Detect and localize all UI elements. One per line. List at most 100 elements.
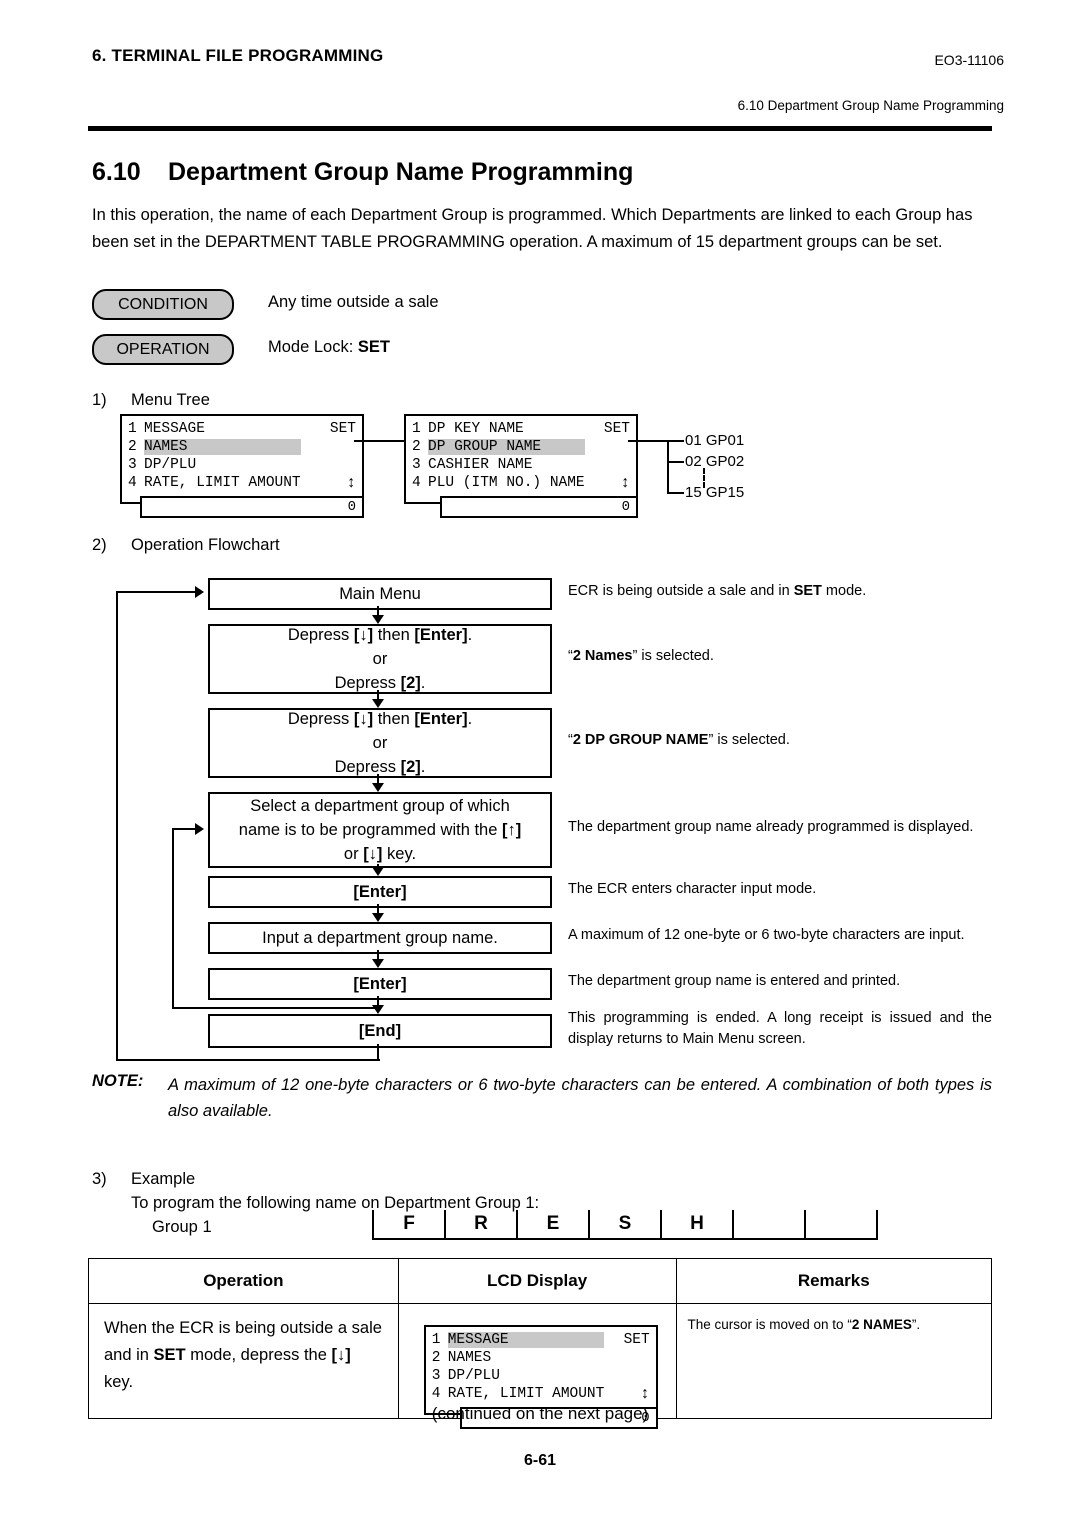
scroll-updown-icon: ↕: [620, 474, 630, 492]
lcd-row: 4 PLU (ITM NO.) NAME ↕: [412, 474, 636, 492]
header-divider-rule: [88, 126, 992, 131]
flow-step-remark: “2 DP GROUP NAME” is selected.: [568, 732, 790, 748]
lcd-row-index: 3: [128, 457, 137, 473]
cell-remarks-text: The cursor is moved on to “2 NAMES”.: [687, 1317, 921, 1332]
cell-remarks: The cursor is moved on to “2 NAMES”.: [675, 1303, 992, 1419]
group-item-2: 02 GP02: [685, 453, 745, 470]
flow-step-line: [End]: [358, 1022, 402, 1040]
flow-step-text: Depress [↓] then [Enter]. or Depress [2].: [288, 707, 472, 779]
flow-step-box: Depress [↓] then [Enter]. or Depress [2].: [208, 708, 552, 778]
lcd-row-label: DP/PLU: [447, 1368, 500, 1384]
lcd-row-label: RATE, LIMIT AMOUNT: [447, 1386, 605, 1402]
flow-step-remark: ECR is being outside a sale and in SET m…: [568, 583, 867, 599]
operation-value-prefix: Mode Lock:: [268, 338, 358, 356]
intro-paragraph: In this operation, the name of each Depa…: [92, 206, 973, 251]
lcd-screen-table: 1 MESSAGE SET 2 NAMES 3 DP/PLU 4 RATE, LIMIT AM…: [423, 1325, 658, 1415]
continued-notice: (continued on the next page): [431, 1404, 649, 1423]
note-text: A maximum of 12 one-byte characters or 6…: [168, 1076, 992, 1120]
lcd-row: 2 NAMES: [128, 438, 362, 456]
flow-step-text: Main Menu: [339, 582, 421, 606]
lcd-row: 1 MESSAGE SET: [432, 1331, 656, 1349]
character-cell[interactable]: [804, 1210, 878, 1240]
lcd-row-label: RATE, LIMIT AMOUNT: [144, 475, 301, 491]
lcd-row: 3 DP/PLU: [128, 456, 362, 474]
flow-step-box: Depress [↓] then [Enter]. or Depress [2].: [208, 624, 552, 694]
condition-value: Any time outside a sale: [268, 293, 439, 311]
flow-end-tail: [377, 1044, 379, 1059]
operation-badge: OPERATION: [92, 334, 234, 365]
menu-tree-list-number: 1): [92, 391, 107, 409]
lcd-row-label: NAMES: [144, 439, 301, 455]
document-page: 6. TERMINAL FILE PROGRAMMING EO3-11106 6…: [0, 0, 1080, 1528]
character-cell[interactable]: E: [516, 1210, 588, 1240]
flow-outer-loop-top: [116, 591, 196, 593]
flow-step-remark: The ECR enters character input mode.: [568, 881, 817, 897]
character-cell[interactable]: R: [444, 1210, 516, 1240]
flow-step-box: [Enter]: [208, 876, 552, 908]
column-header-operation: Operation: [88, 1258, 399, 1304]
flow-step-remark: “2 Names” is selected.: [568, 648, 714, 664]
flow-step-text: Input a department group name.: [262, 926, 498, 950]
operation-value: Mode Lock: SET: [268, 338, 390, 357]
lcd-row-index: 2: [431, 1350, 441, 1366]
character-cell[interactable]: [732, 1210, 804, 1240]
cell-operation-text: When the ECR is being outside a sale and…: [104, 1319, 382, 1391]
lcd-row: 4 RATE, LIMIT AMOUNT ↕: [432, 1385, 656, 1403]
column-header-lcd-display: LCD Display: [397, 1258, 677, 1304]
lcd-row: 2 DP GROUP NAME: [412, 438, 636, 456]
section-number: 6.10: [92, 158, 141, 186]
flow-step-box: [Enter]: [208, 968, 552, 1000]
flow-step-text: [End]: [359, 1019, 401, 1043]
flow-inner-loop-top: [172, 828, 196, 830]
flow-inner-loop-bottom: [172, 1007, 380, 1009]
character-cell[interactable]: S: [588, 1210, 660, 1240]
lcd-row: 1 DP KEY NAME SET: [412, 420, 636, 438]
flow-step-line: Main Menu: [339, 585, 421, 603]
flow-step-line: Select a department group of which: [250, 797, 510, 815]
flow-step-box: Input a department group name.: [208, 922, 552, 954]
flowchart-list-number: 2): [92, 536, 107, 554]
lcd-row-index: 3: [412, 457, 421, 473]
lcd-row-label: DP/PLU: [144, 457, 197, 473]
flow-step-line: or [↓] key.: [343, 845, 417, 863]
note-label: NOTE:: [92, 1072, 144, 1090]
flow-step-line: or: [372, 734, 388, 752]
lcd-row: 4 RATE, LIMIT AMOUNT ↕: [128, 474, 362, 492]
flow-connector-arrowhead: [372, 867, 384, 876]
flow-step-line: or: [372, 650, 388, 668]
operation-value-mode: SET: [357, 338, 390, 356]
flow-inner-loop-vertical: [172, 828, 174, 1009]
page-title: Department Group Name Programming: [168, 158, 634, 186]
flow-step-line: name is to be programmed with the [↑]: [238, 821, 522, 839]
lcd-row: 2 NAMES: [432, 1349, 656, 1367]
procedure-table: Operation LCD Display Remarks When the E…: [88, 1258, 992, 1429]
flow-step-line: Input a department group name.: [262, 929, 498, 947]
flow-step-text: Select a department group of which name i…: [239, 794, 521, 866]
flow-step-line: Depress [2].: [334, 674, 426, 692]
connector-lcd1-to-lcd2: [354, 440, 404, 442]
scroll-updown-icon: ↕: [346, 474, 356, 492]
flow-connector-arrowhead: [372, 959, 384, 968]
condition-badge: CONDITION: [92, 289, 234, 320]
group-list-spine: [667, 440, 669, 494]
lcd-row-index: 4: [431, 1386, 441, 1402]
character-cell[interactable]: H: [660, 1210, 732, 1240]
lcd-footer-value-1: 0: [140, 496, 364, 518]
lcd-row-index: 1: [412, 421, 421, 437]
flow-step-box: [End]: [208, 1014, 552, 1048]
lcd-row-mode: SET: [603, 421, 630, 437]
lcd-row: 3 CASHIER NAME: [412, 456, 636, 474]
flow-step-text: [Enter]: [353, 972, 406, 996]
lcd-row-index: 1: [128, 421, 137, 437]
group-branch-2: [667, 461, 684, 463]
character-cell[interactable]: F: [372, 1210, 444, 1240]
page-number: 6-61: [523, 1452, 557, 1469]
column-header-remarks: Remarks: [675, 1258, 992, 1304]
flow-step-line: Depress [↓] then [Enter].: [287, 710, 473, 728]
header-chapter-title: 6. TERMINAL FILE PROGRAMMING: [92, 46, 384, 65]
header-section-reference: 6.10 Department Group Name Programming: [737, 98, 1004, 113]
flow-inner-loop-arrowhead: [195, 823, 204, 835]
group-branch-1: [667, 440, 684, 442]
lcd-screen-names-menu: 1 DP KEY NAME SET 2 DP GROUP NAME 3 CASHIER N…: [404, 414, 638, 504]
flowchart-list-label: Operation Flowchart: [131, 536, 280, 554]
